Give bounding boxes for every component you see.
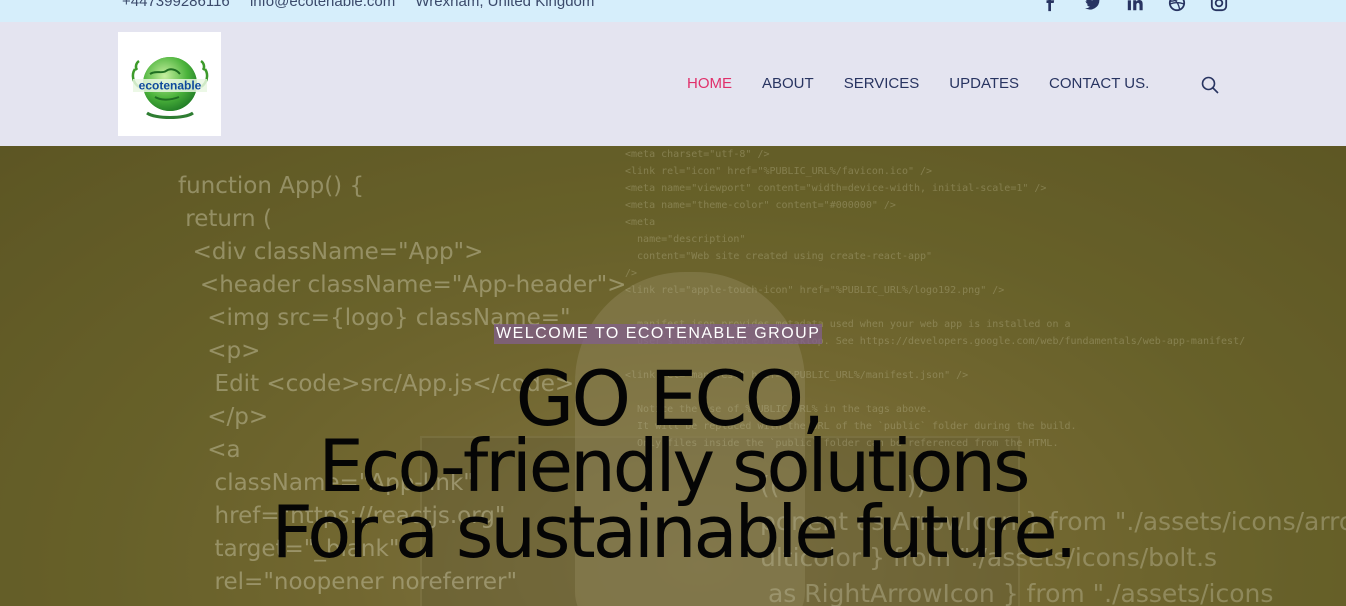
globe-logo-icon: ecotenable [131,57,208,119]
site-logo[interactable]: ecotenable [118,32,221,136]
main-nav: HOME ABOUT SERVICES UPDATES CONTACT US. [687,75,1149,92]
site-header: ecotenable HOME ABOUT SERVICES UPDATES C… [0,22,1346,146]
nav-updates[interactable]: UPDATES [949,75,1019,92]
phone-number[interactable]: +447399286116 [122,0,230,10]
hero-banner: <meta charset="utf-8" /> <link rel="icon… [0,146,1346,606]
contact-info: +447399286116 info@ecotenable.com Wrexha… [122,0,610,10]
hero-kicker: WELCOME TO ECOTENABLE GROUP [494,324,823,344]
nav-home[interactable]: HOME [687,75,732,92]
top-bar: +447399286116 info@ecotenable.com Wrexha… [0,0,1346,22]
nav-about[interactable]: ABOUT [762,75,814,92]
search-icon[interactable] [1200,75,1220,95]
location-text: Wrexham, United Kingdom [415,0,595,10]
hero-title-line3: For a sustainable future. [271,490,1077,574]
email-address[interactable]: info@ecotenable.com [250,0,395,10]
twitter-icon[interactable] [1084,0,1102,12]
facebook-icon[interactable] [1042,0,1060,12]
nav-services[interactable]: SERVICES [844,75,920,92]
nav-contact[interactable]: CONTACT US. [1049,75,1149,92]
linkedin-icon[interactable] [1126,0,1144,12]
instagram-icon[interactable] [1210,0,1228,12]
dribbble-icon[interactable] [1168,0,1186,12]
social-links [1042,0,1228,12]
logo-text: ecotenable [138,79,201,93]
